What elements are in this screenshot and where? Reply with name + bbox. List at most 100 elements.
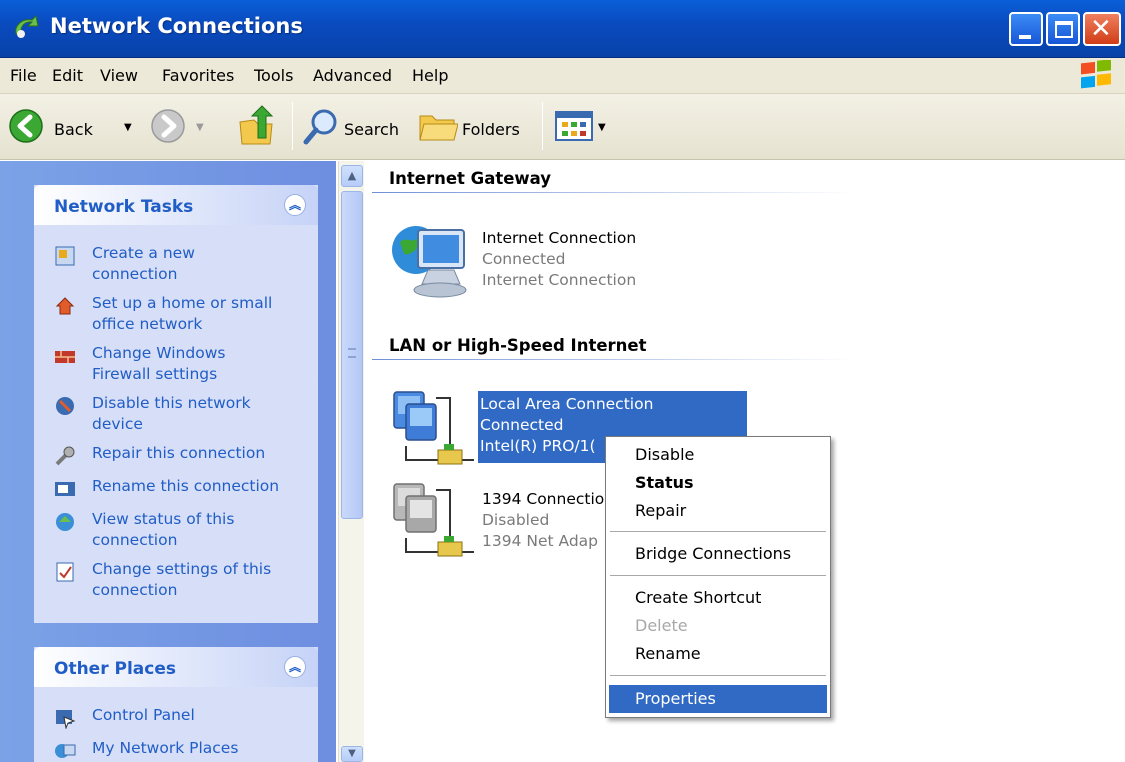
- task-repair[interactable]: Repair this connection: [54, 443, 304, 467]
- other-places-panel: Other Places ︽ Control Panel My Network …: [34, 647, 318, 762]
- connection-device: 1394 Net Adap: [482, 532, 599, 550]
- group-divider: [372, 359, 856, 360]
- context-menu: Disable Status Repair Bridge Connections…: [605, 436, 831, 718]
- menu-favorites[interactable]: Favorites: [162, 66, 234, 85]
- internet-connection-text: Internet Connection Connected Internet C…: [482, 228, 636, 291]
- toolbar-separator: [542, 102, 543, 150]
- search-button[interactable]: Search: [300, 104, 410, 148]
- other-places-title: Other Places: [54, 659, 176, 679]
- up-folder-button[interactable]: [236, 104, 280, 148]
- place-my-network-places[interactable]: My Network Places: [54, 738, 304, 762]
- views-dropdown-icon[interactable]: ▼: [598, 122, 606, 133]
- forward-dropdown-icon[interactable]: ▼: [196, 122, 204, 133]
- menu-help[interactable]: Help: [412, 66, 448, 85]
- menu-item-bridge-connections[interactable]: Bridge Connections: [609, 540, 827, 568]
- windows-logo-icon: [1081, 60, 1111, 89]
- rename-icon: [55, 482, 75, 496]
- views-button[interactable]: ▼: [554, 104, 614, 148]
- search-label: Search: [344, 120, 399, 139]
- disable-device-icon: [56, 397, 74, 415]
- search-icon: [303, 109, 337, 145]
- connection-name: 1394 Connectio: [482, 490, 605, 508]
- status-icon: [56, 513, 74, 531]
- network-places-icon: [55, 744, 76, 758]
- group-title-internet-gateway: Internet Gateway: [389, 169, 552, 188]
- collapse-chevron-icon[interactable]: ︽: [284, 656, 306, 678]
- vertical-scrollbar[interactable]: ▲ ▼: [338, 161, 364, 762]
- place-control-panel[interactable]: Control Panel: [54, 705, 304, 729]
- menu-item-disable[interactable]: Disable: [609, 441, 827, 469]
- back-button[interactable]: Back ▼: [8, 104, 138, 148]
- internet-connection-icon: [392, 226, 467, 298]
- menu-view[interactable]: View: [100, 66, 138, 85]
- menu-edit[interactable]: Edit: [52, 66, 83, 85]
- 1394-connection-icon: [393, 483, 474, 557]
- menu-advanced[interactable]: Advanced: [313, 66, 392, 85]
- menu-item-repair[interactable]: Repair: [609, 497, 827, 525]
- minimize-button[interactable]: [1009, 12, 1043, 46]
- menu-item-rename[interactable]: Rename: [609, 640, 827, 668]
- menu-bar: File Edit View Favorites Tools Advanced …: [0, 58, 1125, 94]
- connection-type: Internet Connection: [482, 271, 637, 289]
- task-label: Rename this connection: [92, 477, 280, 495]
- menu-item-create-shortcut[interactable]: Create Shortcut: [609, 584, 827, 612]
- task-home-network[interactable]: Set up a home or small office network: [54, 293, 304, 337]
- collapse-chevron-icon[interactable]: ︽: [284, 194, 306, 216]
- back-label: Back: [54, 120, 93, 139]
- new-connection-icon: [55, 246, 75, 266]
- settings-icon: [56, 562, 74, 582]
- task-disable-device[interactable]: Disable this network device: [54, 393, 304, 437]
- place-label: Control Panel: [92, 706, 195, 724]
- toolbar: Back ▼ ▼ Search Folders ▼: [0, 94, 1125, 160]
- close-button[interactable]: ✕: [1083, 12, 1121, 46]
- connection-status: Connected: [480, 416, 564, 434]
- scroll-down-button[interactable]: ▼: [341, 746, 363, 762]
- maximize-button[interactable]: [1046, 12, 1080, 46]
- network-connections-icon: [15, 14, 39, 38]
- scroll-thumb[interactable]: [341, 191, 363, 519]
- network-tasks-panel: Network Tasks ︽ Create a new connection …: [34, 185, 318, 623]
- folders-icon: [419, 115, 458, 141]
- back-dropdown-icon[interactable]: ▼: [124, 122, 132, 133]
- close-icon: ✕: [1090, 14, 1112, 44]
- menu-item-status[interactable]: Status: [609, 469, 827, 497]
- menu-file[interactable]: File: [10, 66, 37, 85]
- up-folder-icon: [239, 105, 274, 145]
- other-places-header[interactable]: Other Places ︽: [34, 647, 318, 687]
- task-create-connection[interactable]: Create a new connection: [54, 243, 304, 287]
- task-rename[interactable]: Rename this connection: [54, 476, 304, 500]
- title-bar[interactable]: Network Connections ✕: [0, 0, 1125, 58]
- task-firewall[interactable]: Change Windows Firewall settings: [54, 343, 304, 387]
- menu-item-properties[interactable]: Properties: [609, 685, 827, 713]
- toolbar-separator: [292, 102, 293, 150]
- group-divider: [372, 192, 856, 193]
- back-arrow-icon: [9, 109, 43, 143]
- network-tasks-title: Network Tasks: [54, 197, 194, 217]
- scroll-up-button[interactable]: ▲: [341, 165, 363, 187]
- task-label: Change Windows Firewall settings: [92, 344, 226, 383]
- connection-name: Local Area Connection: [480, 395, 654, 413]
- connection-name: Internet Connection: [482, 229, 637, 247]
- menu-tools[interactable]: Tools: [254, 66, 293, 85]
- forward-button[interactable]: ▼: [150, 104, 210, 148]
- place-label: My Network Places: [92, 739, 239, 757]
- folders-label: Folders: [462, 120, 520, 139]
- task-label: View status of this connection: [92, 510, 235, 549]
- local-area-connection-icon: [393, 391, 474, 465]
- connection-status: Connected: [482, 250, 566, 268]
- network-tasks-header[interactable]: Network Tasks ︽: [34, 185, 318, 225]
- task-change-settings[interactable]: Change settings of this connection: [54, 559, 304, 603]
- task-label: Disable this network device: [92, 394, 251, 433]
- minimize-icon: [1019, 35, 1031, 39]
- firewall-icon: [55, 351, 75, 363]
- window-title: Network Connections: [50, 14, 303, 38]
- task-view-status[interactable]: View status of this connection: [54, 509, 304, 553]
- folders-button[interactable]: Folders: [418, 104, 536, 148]
- menu-separator: [610, 531, 826, 532]
- group-title-lan: LAN or High-Speed Internet: [389, 336, 647, 355]
- maximize-icon: [1055, 21, 1073, 38]
- home-network-icon: [55, 297, 75, 315]
- control-panel-icon: [56, 710, 76, 729]
- repair-icon: [55, 446, 75, 466]
- views-icon: [555, 111, 593, 141]
